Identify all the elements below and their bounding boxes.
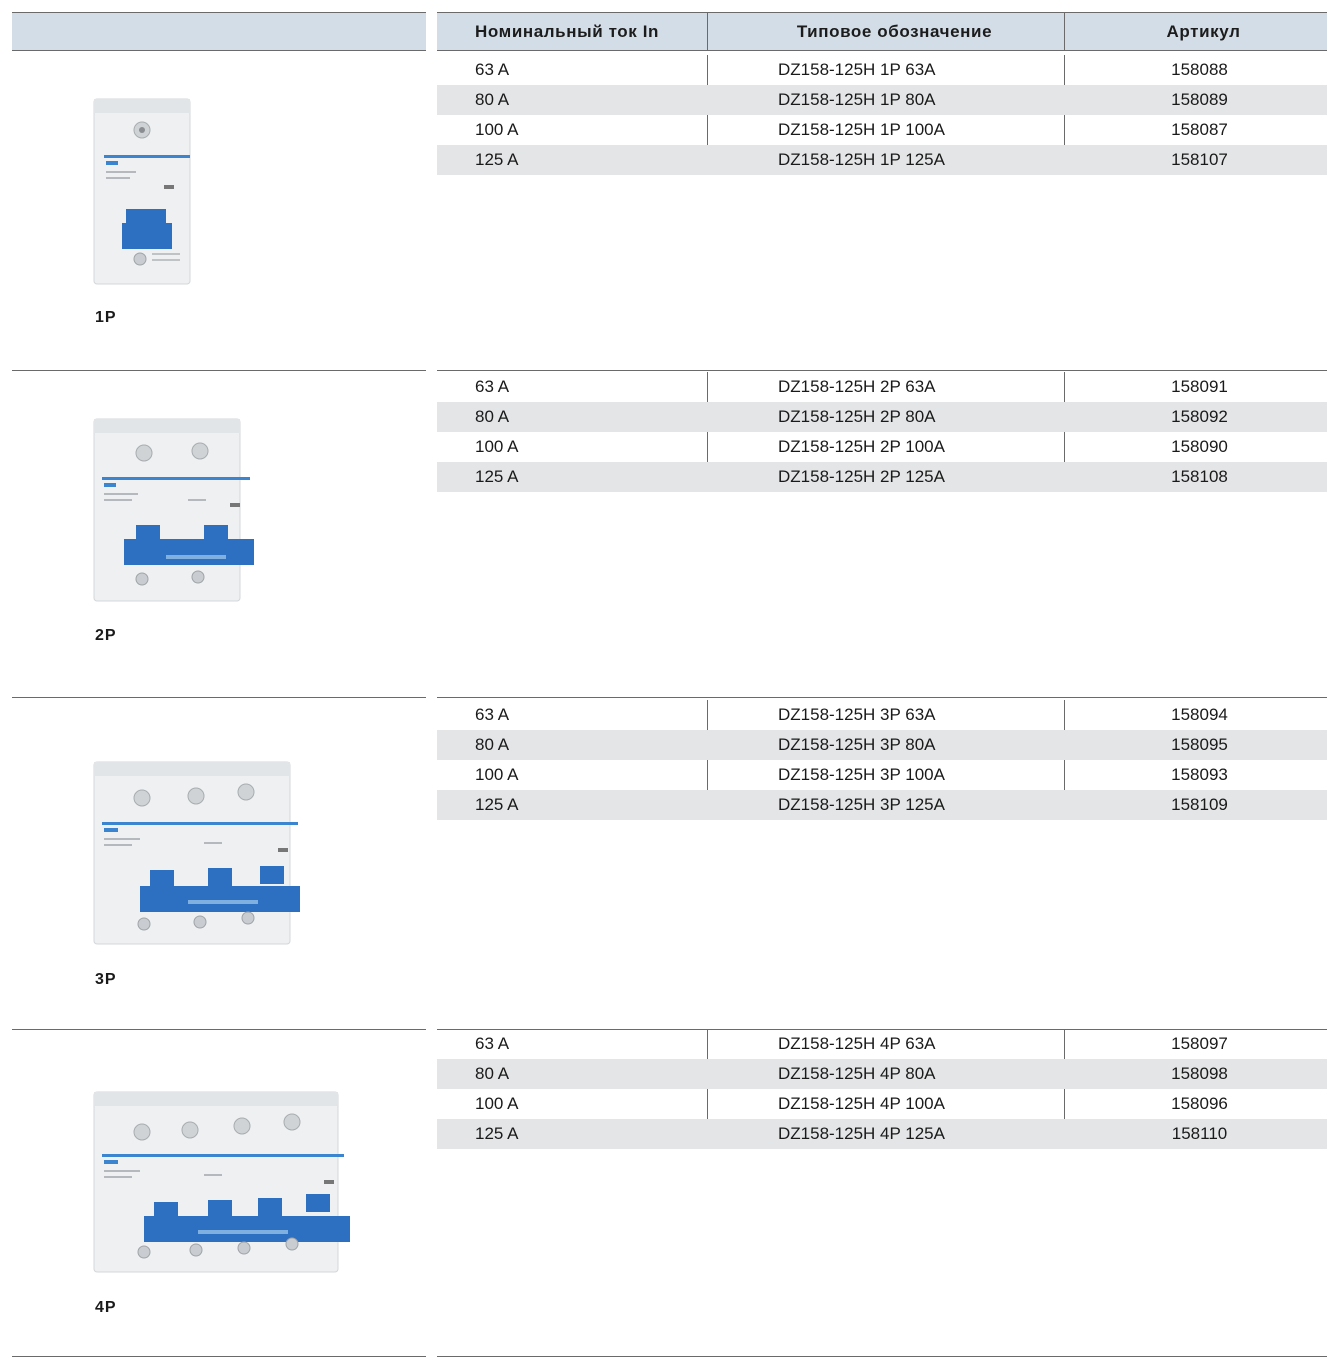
cell-article: 158088 <box>1171 60 1228 79</box>
pole-label: 2P <box>95 627 117 644</box>
cell-type: DZ158-125H 3P 125A <box>778 795 945 814</box>
table-row: 125 A DZ158-125H 2P 125A 158108 <box>437 462 1327 492</box>
table-section-1p: 63 A DZ158-125H 1P 63A 158088 80 A DZ158-12… <box>437 55 1327 175</box>
cell-type: DZ158-125H 3P 63A <box>778 705 936 724</box>
cell-article: 158093 <box>1171 765 1228 784</box>
section-divider <box>12 370 426 371</box>
table-row: 63 A DZ158-125H 3P 63A 158094 <box>437 700 1327 730</box>
cell-type: DZ158-125H 3P 100A <box>778 765 945 784</box>
table-row: 63 A DZ158-125H 1P 63A 158088 <box>437 55 1327 85</box>
pole-label: 1P <box>95 309 117 326</box>
table-section-2p: 63 A DZ158-125H 2P 63A 158091 80 A DZ158-12… <box>437 372 1327 492</box>
cell-current: 80 A <box>475 407 510 426</box>
cell-article: 158089 <box>1171 90 1228 109</box>
cell-type: DZ158-125H 2P 125A <box>778 467 945 486</box>
table-row: 125 A DZ158-125H 4P 125A 158110 <box>437 1119 1327 1149</box>
cell-article: 158107 <box>1171 150 1228 169</box>
cell-type: DZ158-125H 2P 80A <box>778 407 936 426</box>
cell-article: 158098 <box>1171 1064 1228 1083</box>
cell-current: 80 A <box>475 90 510 109</box>
table-row: 80 A DZ158-125H 3P 80A 158095 <box>437 730 1327 760</box>
circuit-breaker-2p-image <box>93 418 254 602</box>
cell-article: 158094 <box>1171 705 1228 724</box>
cell-article: 158087 <box>1171 120 1228 139</box>
section-divider <box>12 1029 426 1030</box>
cell-current: 100 A <box>475 437 519 456</box>
cell-current: 80 A <box>475 735 510 754</box>
cell-article: 158110 <box>1171 1124 1228 1143</box>
cell-current: 63 A <box>475 377 510 396</box>
section-divider <box>437 697 1327 698</box>
cell-current: 125 A <box>475 1124 519 1143</box>
cell-article: 158096 <box>1171 1094 1228 1113</box>
circuit-breaker-1p-image <box>93 98 191 285</box>
cell-type: DZ158-125H 1P 80A <box>778 90 936 109</box>
cell-current: 100 A <box>475 765 519 784</box>
cell-current: 100 A <box>475 120 519 139</box>
cell-current: 125 A <box>475 795 519 814</box>
cell-type: DZ158-125H 4P 125A <box>778 1124 945 1143</box>
pole-label: 4P <box>95 1299 117 1316</box>
cell-type: DZ158-125H 1P 63A <box>778 60 936 79</box>
cell-type: DZ158-125H 1P 125A <box>778 150 945 169</box>
section-divider <box>12 1356 426 1357</box>
cell-article: 158108 <box>1171 467 1228 486</box>
circuit-breaker-4p-image <box>93 1091 350 1273</box>
table-row: 80 A DZ158-125H 1P 80A 158089 <box>437 85 1327 115</box>
cell-current: 100 A <box>475 1094 519 1113</box>
cell-current: 63 A <box>475 705 510 724</box>
cell-current: 125 A <box>475 150 519 169</box>
cell-article: 158095 <box>1171 735 1228 754</box>
cell-article: 158109 <box>1171 795 1228 814</box>
cell-current: 125 A <box>475 467 519 486</box>
section-divider <box>12 697 426 698</box>
table-row: 125 A DZ158-125H 3P 125A 158109 <box>437 790 1327 820</box>
cell-type: DZ158-125H 3P 80A <box>778 735 936 754</box>
table-section-4p: 63 A DZ158-125H 4P 63A 158097 80 A DZ158-12… <box>437 1029 1327 1149</box>
cell-current: 63 A <box>475 60 510 79</box>
cell-article: 158092 <box>1171 407 1228 426</box>
table-row: 100 A DZ158-125H 4P 100A 158096 <box>437 1089 1327 1119</box>
circuit-breaker-3p-image <box>93 761 300 945</box>
table-row: 100 A DZ158-125H 1P 100A 158087 <box>437 115 1327 145</box>
header-type: Типовое обозначение <box>796 22 993 41</box>
cell-type: DZ158-125H 1P 100A <box>778 120 945 139</box>
cell-type: DZ158-125H 4P 80A <box>778 1064 936 1083</box>
header-article: Артикул <box>1166 22 1241 41</box>
table-row: 80 A DZ158-125H 4P 80A 158098 <box>437 1059 1327 1089</box>
section-divider <box>437 1356 1327 1357</box>
cell-article: 158097 <box>1171 1034 1228 1053</box>
section-divider <box>437 370 1327 371</box>
table-row: 125 A DZ158-125H 1P 125A 158107 <box>437 145 1327 175</box>
header-current: Номинальный ток In <box>475 22 660 41</box>
cell-type: DZ158-125H 2P 63A <box>778 377 936 396</box>
cell-type: DZ158-125H 4P 100A <box>778 1094 945 1113</box>
table-row: 80 A DZ158-125H 2P 80A 158092 <box>437 402 1327 432</box>
cell-current: 80 A <box>475 1064 510 1083</box>
header-blank-cell <box>12 12 426 51</box>
cell-current: 63 A <box>475 1034 510 1053</box>
table-row: 100 A DZ158-125H 3P 100A 158093 <box>437 760 1327 790</box>
table-header: Номинальный ток In Типовое обозначение А… <box>437 12 1327 51</box>
cell-article: 158091 <box>1171 377 1228 396</box>
pole-label: 3P <box>95 971 117 988</box>
table-row: 63 A DZ158-125H 2P 63A 158091 <box>437 372 1327 402</box>
cell-article: 158090 <box>1171 437 1228 456</box>
table-row: 63 A DZ158-125H 4P 63A 158097 <box>437 1029 1327 1059</box>
table-section-3p: 63 A DZ158-125H 3P 63A 158094 80 A DZ158-12… <box>437 700 1327 820</box>
cell-type: DZ158-125H 2P 100A <box>778 437 945 456</box>
cell-type: DZ158-125H 4P 63A <box>778 1034 936 1053</box>
table-row: 100 A DZ158-125H 2P 100A 158090 <box>437 432 1327 462</box>
